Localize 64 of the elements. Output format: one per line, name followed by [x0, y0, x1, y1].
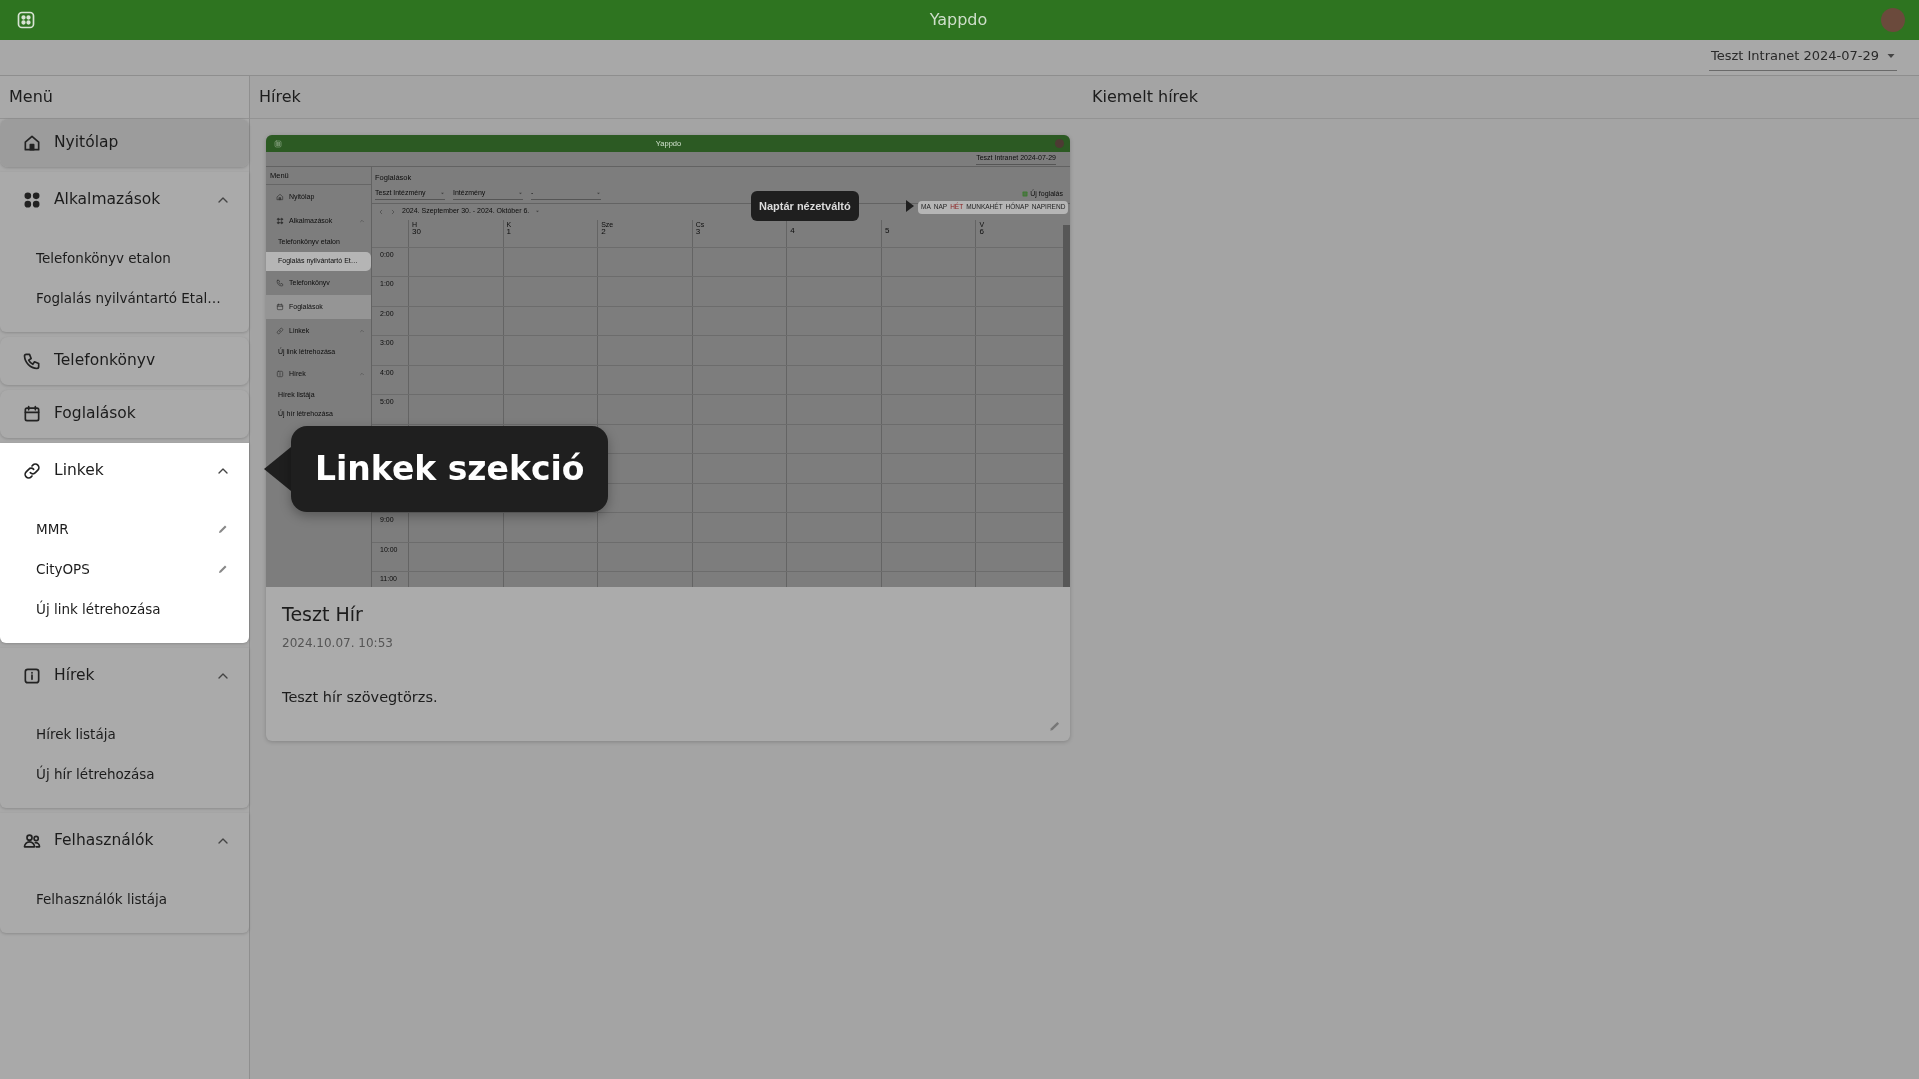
edit-icon[interactable] [1048, 719, 1062, 734]
submenu-item[interactable]: CityOPS [0, 549, 249, 589]
apps-icon [276, 217, 284, 225]
menu-title: Menü [9, 86, 53, 108]
caret-icon [440, 190, 445, 196]
day-number: 4 [790, 225, 795, 235]
caret-icon [518, 190, 523, 196]
link-icon [276, 327, 284, 335]
submenu-item[interactable]: Foglalás nyilvántartó Etal… [0, 278, 249, 318]
day-number: 6 [979, 227, 984, 237]
section-title: Kiemelt hírek [1092, 87, 1198, 106]
link-icon [22, 461, 42, 481]
news-date: 2024.10.07. 10:53 [281, 634, 394, 652]
day-number: 1 [506, 227, 512, 237]
calendar-icon [276, 303, 284, 311]
submenu-item[interactable]: Telefonkönyv etalon [0, 238, 249, 278]
grid-icon[interactable] [16, 10, 36, 30]
day-number: 2 [601, 227, 606, 237]
info-icon [276, 370, 284, 378]
menu-group-header[interactable]: Felhasználók [0, 813, 249, 869]
caret-icon [596, 190, 601, 196]
submenu-item[interactable]: Hírek listája [0, 714, 249, 754]
menu-group-header[interactable]: Alkalmazások [0, 172, 249, 228]
phone-icon [22, 351, 42, 371]
tooltip-arrow-icon [264, 447, 291, 491]
chevron-left-icon[interactable] [378, 208, 384, 215]
scrollbar[interactable] [1063, 225, 1070, 587]
day-number: 3 [695, 227, 701, 237]
chevron-up-icon [359, 218, 365, 224]
users-icon [22, 831, 42, 851]
day-number: 5 [884, 225, 890, 235]
tooltip-arrow-icon [906, 200, 914, 212]
edit-icon[interactable] [217, 563, 229, 575]
avatar[interactable] [1881, 8, 1905, 32]
chevron-right-icon[interactable] [390, 208, 396, 215]
edit-icon[interactable] [217, 523, 229, 535]
section-title: Hírek [259, 87, 301, 106]
news-title: Teszt Hír [281, 602, 364, 626]
tooltip: Naptár nézetváltó [751, 191, 859, 221]
chevron-up-icon [359, 371, 365, 377]
caret-icon [535, 209, 541, 214]
apps-icon [22, 190, 42, 210]
submenu-item[interactable]: Új link létrehozása [0, 589, 249, 629]
home-icon [276, 193, 284, 201]
phone-icon [276, 279, 284, 287]
submenu-item[interactable]: MMR [0, 509, 249, 549]
menu-group-header[interactable]: Hírek [0, 648, 249, 704]
home-icon [22, 133, 42, 153]
calendar-icon [22, 404, 42, 424]
menu-item[interactable]: Nyitólap [0, 119, 249, 167]
menu-group-header[interactable]: Linkek [0, 443, 249, 499]
news-body: Teszt hír szövegtörzs. [281, 688, 439, 708]
chevron-up-icon [359, 328, 365, 334]
tenant-select[interactable]: Teszt Intranet 2024-07-29 [1708, 44, 1897, 71]
plus-icon [1022, 191, 1029, 197]
menu-item[interactable]: Telefonkönyv [0, 337, 249, 385]
avatar [1055, 139, 1064, 148]
grid-icon [274, 139, 282, 148]
menu-item[interactable]: Foglalások [0, 390, 249, 438]
submenu-item[interactable]: Új hír létrehozása [0, 754, 249, 794]
info-icon [22, 666, 42, 686]
app-title: Yappdo [929, 9, 988, 31]
day-number: 30 [412, 227, 421, 237]
submenu-item[interactable]: Felhasználók listája [0, 879, 249, 919]
